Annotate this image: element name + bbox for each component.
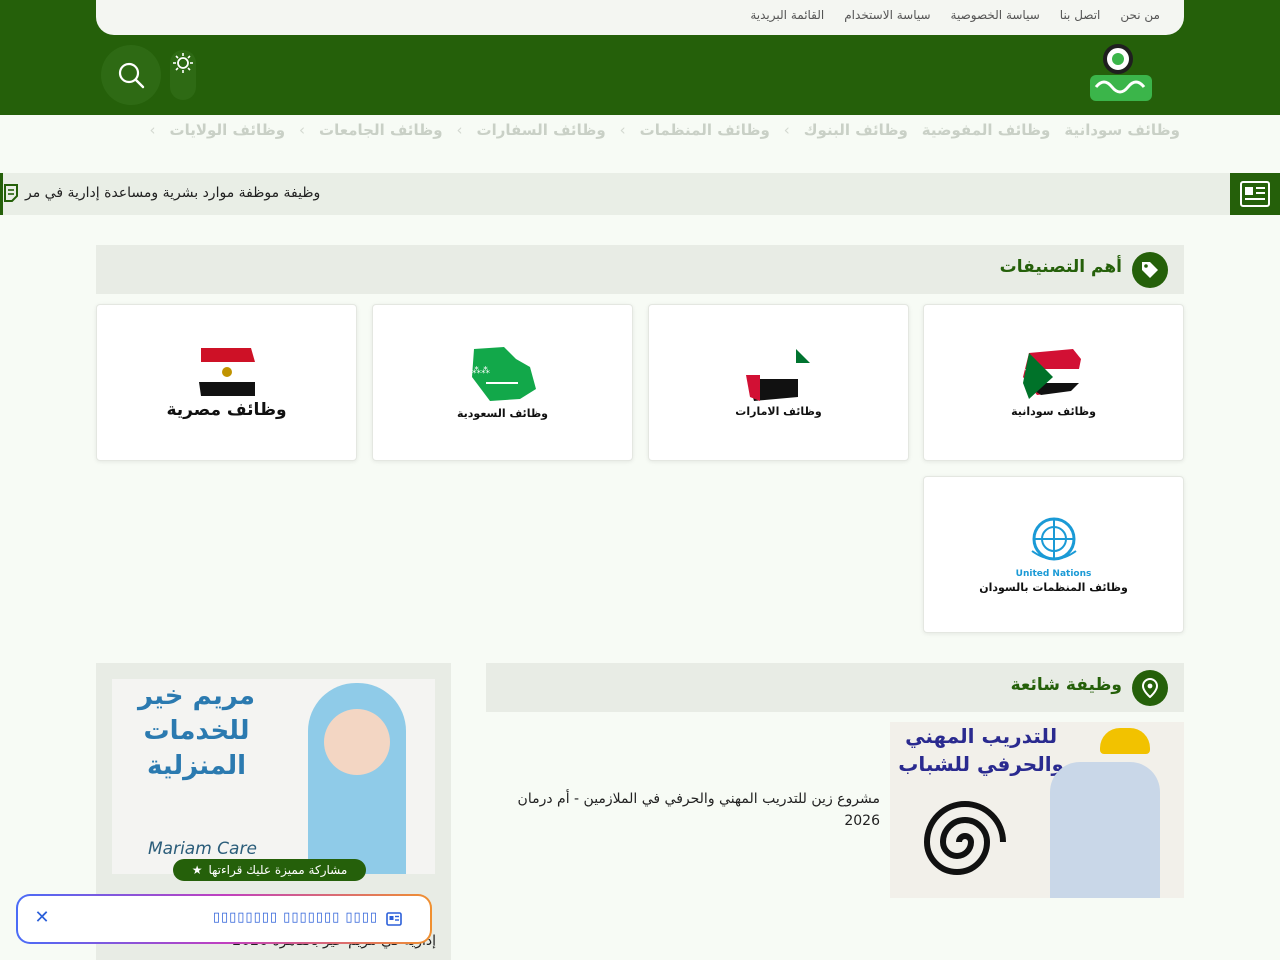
saudi-map-flag: ⁂⁂⁂ [468,347,536,401]
document-icon [4,184,18,202]
top-link-terms[interactable]: سياسة الاستخدام [844,8,930,22]
top-bar: من نحن اتصل بنا سياسة الخصوصية سياسة الا… [96,0,1184,35]
zain-logo [923,801,1006,875]
newspaper-icon [1230,173,1280,215]
category-card-sudan[interactable]: وظائف سودانية [923,304,1184,461]
worker-illustration [1050,762,1160,898]
floating-notice[interactable]: ▯▯▯▯ ▯▯▯▯▯▯▯ ▯▯▯▯▯▯▯▯ ✕ [16,894,432,944]
search-icon [118,62,145,89]
category-card-un[interactable]: United Nations وظائف المنظمات بالسودان [923,476,1184,633]
category-card-saudi[interactable]: ⁂⁂⁂ وظائف السعودية [372,304,633,461]
top-links: من نحن اتصل بنا سياسة الخصوصية سياسة الا… [750,8,1160,22]
featured-badge: مشاركة مميزة عليك قراءتها ★ [173,859,366,881]
section-title: أهم التصنيفات [999,257,1122,277]
helmet-shape [1100,728,1150,754]
nav-item-banks[interactable]: وظائف البنوك › [784,121,908,139]
chevron-left-icon: › [299,121,306,139]
article-icon [386,911,402,930]
sudan-map-flag [1022,349,1085,399]
uae-map-flag [745,349,810,401]
top-link-newsletter[interactable]: القائمة البريدية [750,8,824,22]
egypt-map-flag [198,347,257,396]
nurse-face-shape [324,709,390,775]
star-icon: ★ [191,863,203,877]
theme-toggle[interactable] [170,50,196,100]
close-icon[interactable]: ✕ [32,908,52,928]
ticker-item[interactable]: وظيفة موظفة موارد بشرية ومساعدة إدارية ف… [3,184,321,202]
search-button[interactable] [101,45,161,105]
site-logo[interactable] [1088,43,1154,105]
chevron-left-icon: › [783,121,790,139]
top-categories-header: أهم التصنيفات [96,245,1184,294]
nav-item-embassies[interactable]: وظائف السفارات › [457,121,606,139]
section-title: وظيفة شائعة [1010,675,1122,695]
category-card-uae[interactable]: وظائف الامارات [648,304,909,461]
top-link-privacy[interactable]: سياسة الخصوصية [951,8,1040,22]
location-pin-icon [1132,670,1168,706]
top-link-contact[interactable]: اتصل بنا [1060,8,1101,22]
chevron-left-icon: › [149,121,156,139]
nav-item-organizations[interactable]: وظائف المنظمات › [620,121,770,139]
nav-item-sudanese[interactable]: وظائف سودانية [1064,121,1180,139]
tag-icon [1132,252,1168,288]
popular-job-header: وظيفة شائعة [486,663,1184,712]
svg-text:⁂⁂⁂: ⁂⁂⁂ [468,365,490,376]
top-link-about[interactable]: من نحن [1120,8,1160,22]
chevron-left-icon: › [456,121,463,139]
category-card-egypt[interactable]: وظائف مصرية [96,304,357,461]
un-logo [1030,517,1077,561]
nav-item-universities[interactable]: وظائف الجامعات › [299,121,442,139]
category-nav: وظائف سودانية وظائف المفوضية وظائف البنو… [0,115,1280,173]
nav-item-states[interactable]: وظائف الولايات › [150,121,286,139]
nav-item-commission[interactable]: وظائف المفوضية [922,121,1051,139]
featured-image[interactable]: مريم خير للخدمات المنزلية Mariam Care [112,679,435,874]
popular-job-link[interactable]: مشروع زين للتدريب المهني والحرفي في المل… [500,788,880,832]
chevron-left-icon: › [619,121,626,139]
popular-job-image[interactable]: للتدريب المهني والحرفي للشباب [890,722,1184,898]
news-ticker: وظيفة موظفة موارد بشرية ومساعدة إدارية ف… [0,173,1280,215]
sun-icon [173,53,193,73]
